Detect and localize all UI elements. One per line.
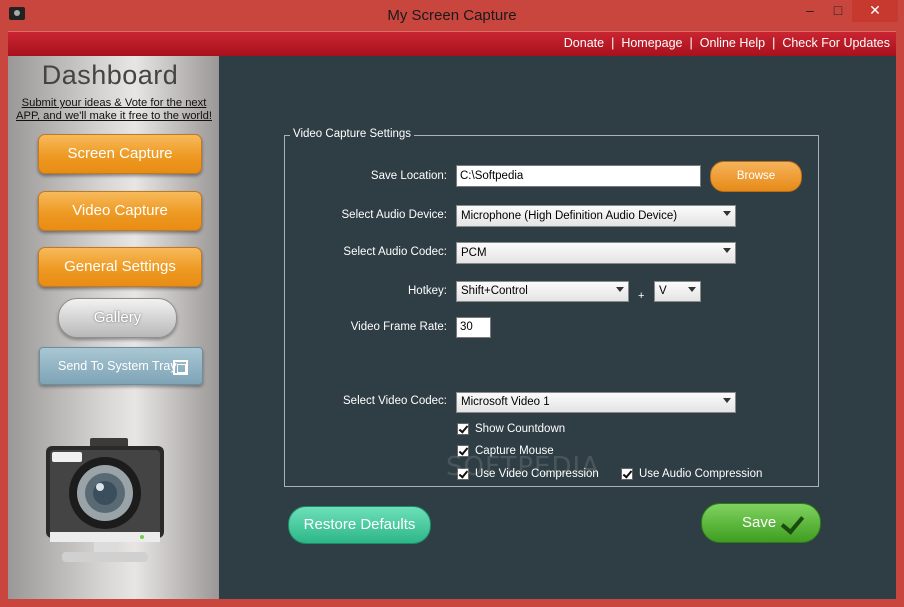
- audio-codec-label: Select Audio Codec:: [343, 246, 447, 258]
- show-countdown-label: Show Countdown: [475, 423, 566, 435]
- app-window: My Screen Capture – □ ✕ Donate | Homepage |…: [0, 0, 904, 607]
- chevron-down-icon: [723, 398, 731, 403]
- hotkey-key-select[interactable]: V: [654, 281, 701, 302]
- send-to-tray-label: Send To System Tray: [58, 359, 177, 373]
- check-icon: [780, 510, 805, 535]
- submit-ideas-line2: APP, and we'll make it free to the world…: [16, 110, 212, 122]
- close-button[interactable]: ✕: [852, 0, 898, 22]
- chevron-down-icon: [688, 287, 696, 292]
- audio-device-value: Microphone (High Definition Audio Device…: [461, 210, 678, 222]
- audio-codec-value: PCM: [461, 247, 487, 259]
- show-countdown-checkbox[interactable]: [457, 423, 469, 435]
- link-separator: |: [772, 36, 776, 50]
- restore-defaults-button[interactable]: Restore Defaults: [288, 506, 431, 544]
- submit-ideas-link[interactable]: Submit your ideas & Vote for the next AP…: [14, 97, 214, 123]
- audio-device-label: Select Audio Device:: [341, 209, 447, 221]
- window-title: My Screen Capture: [387, 7, 517, 24]
- chevron-down-icon: [616, 287, 624, 292]
- hotkey-label: Hotkey:: [408, 285, 447, 297]
- hotkey-plus-sign: +: [638, 290, 645, 302]
- audio-compression-checkbox[interactable]: [621, 468, 633, 480]
- link-separator: |: [611, 36, 615, 50]
- video-capture-button[interactable]: Video Capture: [38, 191, 202, 231]
- save-location-label: Save Location:: [370, 170, 447, 182]
- minimize-button[interactable]: –: [796, 0, 824, 22]
- hotkey-key-value: V: [659, 285, 667, 297]
- video-codec-value: Microsoft Video 1: [461, 396, 550, 408]
- title-bar: My Screen Capture – □ ✕: [0, 0, 904, 31]
- top-links: Donate | Homepage | Online Help | Check For Up…: [564, 36, 890, 50]
- top-menu-bar: Donate | Homepage | Online Help | Check For Up…: [8, 31, 896, 56]
- save-button[interactable]: Save: [701, 503, 821, 543]
- general-settings-button[interactable]: General Settings: [38, 247, 202, 287]
- homepage-link[interactable]: Homepage: [621, 36, 682, 50]
- hotkey-modifier-select[interactable]: Shift+Control: [456, 281, 629, 302]
- chevron-down-icon: [723, 248, 731, 253]
- link-separator: |: [689, 36, 693, 50]
- save-location-input[interactable]: C:\Softpedia: [456, 165, 701, 187]
- online-help-link[interactable]: Online Help: [700, 36, 765, 50]
- frame-rate-input[interactable]: 30: [456, 317, 491, 338]
- group-title: Video Capture Settings: [290, 128, 415, 140]
- dashboard-title: Dashboard: [41, 60, 179, 90]
- audio-device-select[interactable]: Microphone (High Definition Audio Device…: [456, 205, 736, 227]
- video-codec-label: Select Video Codec:: [343, 395, 447, 407]
- hotkey-modifier-value: Shift+Control: [461, 285, 528, 297]
- audio-compression-label: Use Audio Compression: [639, 468, 763, 480]
- watermark: SOFTPEDIA: [446, 452, 600, 482]
- gallery-button[interactable]: Gallery: [58, 298, 177, 338]
- audio-codec-select[interactable]: PCM: [456, 242, 736, 264]
- maximize-button[interactable]: □: [824, 0, 852, 22]
- screen-capture-button[interactable]: Screen Capture: [38, 134, 202, 174]
- send-to-tray-button[interactable]: Send To System Tray: [39, 347, 203, 385]
- save-label: Save: [742, 514, 777, 531]
- camera-logo-icon: [46, 438, 164, 562]
- frame-rate-label: Video Frame Rate:: [350, 321, 447, 333]
- chevron-down-icon: [723, 211, 731, 216]
- video-codec-select[interactable]: Microsoft Video 1: [456, 392, 736, 413]
- browse-button[interactable]: Browse: [710, 161, 802, 192]
- check-updates-link[interactable]: Check For Updates: [782, 36, 890, 50]
- submit-ideas-line1: Submit your ideas & Vote for the next: [21, 97, 207, 109]
- tray-icon: [173, 360, 188, 375]
- donate-link[interactable]: Donate: [564, 36, 604, 50]
